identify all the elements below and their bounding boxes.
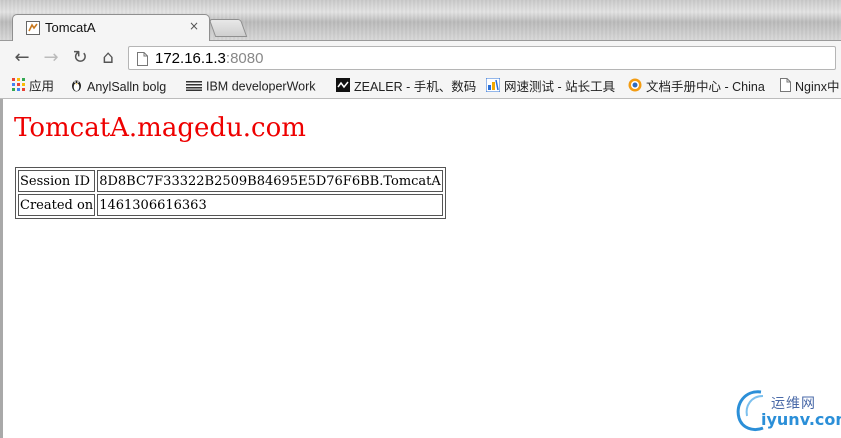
speedtest-icon <box>485 77 501 96</box>
session-table: Session ID 8D8BC7F33322B2509B84695E5D76F… <box>15 167 446 219</box>
reload-icon[interactable]: ↻ <box>70 48 90 68</box>
bookmark-label: IBM developerWork <box>206 79 316 94</box>
url-port: :8080 <box>225 50 264 67</box>
tab-title: TomcatA <box>45 20 96 35</box>
new-tab-button[interactable] <box>208 19 248 37</box>
watermark-line2: iyunv.com <box>761 410 841 429</box>
bookmark-label: 网速测试 - 站长工具 <box>504 80 616 94</box>
bookmark-zealer[interactable]: ZEALER - 手机、数码 <box>336 78 476 94</box>
penguin-icon <box>70 78 83 96</box>
bookmark-speedtest[interactable]: 网速测试 - 站长工具 <box>485 77 616 96</box>
site-watermark: 运维网 iyunv.com <box>733 386 841 436</box>
table-row: Created on 1461306616363 <box>18 194 443 216</box>
bookmark-apps[interactable]: 应用 <box>12 78 54 94</box>
bookmark-nginx[interactable]: Nginx中 <box>780 78 839 94</box>
page-icon <box>137 51 148 70</box>
page-title: TomcatA.magedu.com <box>14 113 306 143</box>
bookmark-label: Nginx中 <box>795 80 840 94</box>
browser-tab-active[interactable]: TomcatA × <box>12 14 210 41</box>
bookmark-docs[interactable]: 文档手册中心 - China <box>628 78 765 94</box>
back-arrow-icon[interactable]: ← <box>12 48 32 68</box>
bookmark-label: AnylSalln bolg <box>87 80 167 94</box>
bookmark-label: 文档手册中心 - China <box>646 80 765 94</box>
page-content: TomcatA.magedu.com Session ID 8D8BC7F333… <box>0 99 841 438</box>
bookmark-label: 应用 <box>29 79 55 94</box>
url-host: 172.16.1.3 <box>155 50 226 67</box>
zealer-icon <box>336 78 350 96</box>
url-text: 172.16.1.3:8080 <box>155 50 263 67</box>
ibm-icon <box>186 79 202 95</box>
session-id-value: 8D8BC7F33322B2509B84695E5D76F6BB.TomcatA <box>97 170 443 192</box>
bookmarks-bar: 应用 AnylSalln bolg IBM developerWork ZEAL… <box>0 74 841 99</box>
tab-close-icon[interactable]: × <box>189 19 199 33</box>
bookmark-label: ZEALER - 手机、数码 <box>354 80 477 94</box>
table-row: Session ID 8D8BC7F33322B2509B84695E5D76F… <box>18 170 443 192</box>
tomcat-icon <box>26 21 40 35</box>
created-on-value: 1461306616363 <box>97 194 443 216</box>
bookmark-anylsalln[interactable]: AnylSalln bolg <box>70 78 166 94</box>
session-id-label: Session ID <box>18 170 96 192</box>
bookmark-ibm[interactable]: IBM developerWork <box>186 78 316 94</box>
created-on-label: Created on <box>18 194 96 216</box>
apps-grid-icon <box>12 78 25 95</box>
browser-toolbar: ← → ↻ ⌂ 172.16.1.3:8080 <box>0 40 841 75</box>
page-icon <box>780 78 791 96</box>
home-icon[interactable]: ⌂ <box>98 48 118 68</box>
address-bar[interactable]: 172.16.1.3:8080 <box>128 46 836 70</box>
docs-icon <box>628 78 642 96</box>
forward-arrow-icon[interactable]: → <box>41 48 61 68</box>
